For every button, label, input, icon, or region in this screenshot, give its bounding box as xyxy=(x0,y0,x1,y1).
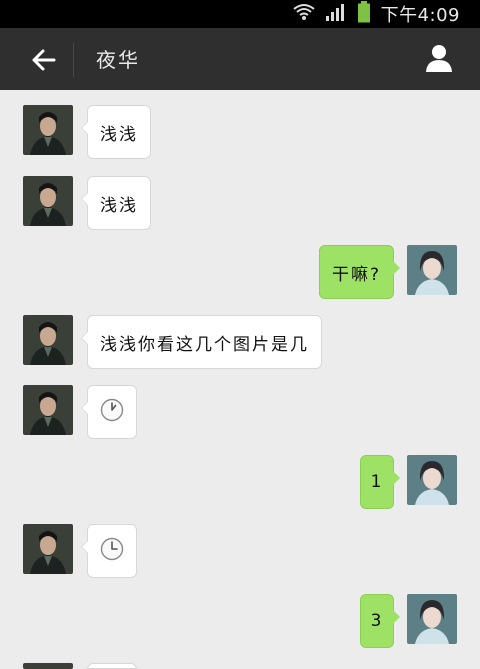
message-row-incoming: 浅浅 xyxy=(0,176,480,230)
message-bubble[interactable] xyxy=(87,663,137,669)
message-row-outgoing: 1 xyxy=(0,455,480,509)
battery-icon xyxy=(357,1,371,27)
header-divider xyxy=(73,43,74,77)
contact-avatar[interactable] xyxy=(23,315,73,365)
contact-avatar[interactable] xyxy=(23,176,73,226)
message-row-incoming: 浅浅 xyxy=(0,105,480,159)
message-text: 干嘛? xyxy=(331,264,381,285)
message-bubble[interactable]: 1 xyxy=(360,455,400,509)
status-bar: 下午4:09 xyxy=(0,0,480,28)
person-icon[interactable] xyxy=(424,43,454,73)
message-row-incoming xyxy=(0,663,480,669)
user-avatar[interactable] xyxy=(407,455,457,505)
message-row-incoming xyxy=(0,385,480,439)
message-text: 3 xyxy=(370,611,384,631)
message-bubble[interactable]: 干嘛? xyxy=(318,245,401,299)
message-text: 浅浅 xyxy=(100,195,138,216)
signal-icon xyxy=(325,2,347,26)
message-text: 浅浅你看这几个图片是几 xyxy=(100,334,309,355)
chat-screen: 下午4:09 夜华 浅浅 浅浅 干嘛? 浅浅你看这几个图片是几 1 3 xyxy=(0,0,480,669)
contact-avatar[interactable] xyxy=(23,524,73,574)
message-bubble[interactable]: 浅浅你看这几个图片是几 xyxy=(81,315,322,369)
contact-avatar[interactable] xyxy=(23,385,73,435)
message-bubble[interactable] xyxy=(81,385,137,439)
wifi-icon xyxy=(292,2,315,26)
back-arrow-icon[interactable] xyxy=(28,44,60,76)
contact-avatar[interactable] xyxy=(23,663,73,669)
clock-icon xyxy=(100,398,124,427)
user-avatar[interactable] xyxy=(407,594,457,644)
message-bubble[interactable]: 浅浅 xyxy=(81,176,151,230)
chat-header: 夜华 xyxy=(0,28,480,90)
message-text: 1 xyxy=(370,472,384,492)
message-row-outgoing: 3 xyxy=(0,594,480,648)
message-bubble[interactable]: 3 xyxy=(360,594,400,648)
message-row-incoming: 浅浅你看这几个图片是几 xyxy=(0,315,480,369)
message-list[interactable]: 浅浅 浅浅 干嘛? 浅浅你看这几个图片是几 1 3 xyxy=(0,90,480,669)
message-bubble[interactable]: 浅浅 xyxy=(81,105,151,159)
status-time: 下午4:09 xyxy=(380,5,460,26)
contact-name: 夜华 xyxy=(96,48,140,72)
message-row-outgoing: 干嘛? xyxy=(0,245,480,299)
message-row-incoming xyxy=(0,524,480,578)
message-bubble[interactable] xyxy=(81,524,137,578)
clock-icon xyxy=(100,537,124,566)
user-avatar[interactable] xyxy=(407,245,457,295)
contact-avatar[interactable] xyxy=(23,105,73,155)
message-text: 浅浅 xyxy=(100,124,138,145)
